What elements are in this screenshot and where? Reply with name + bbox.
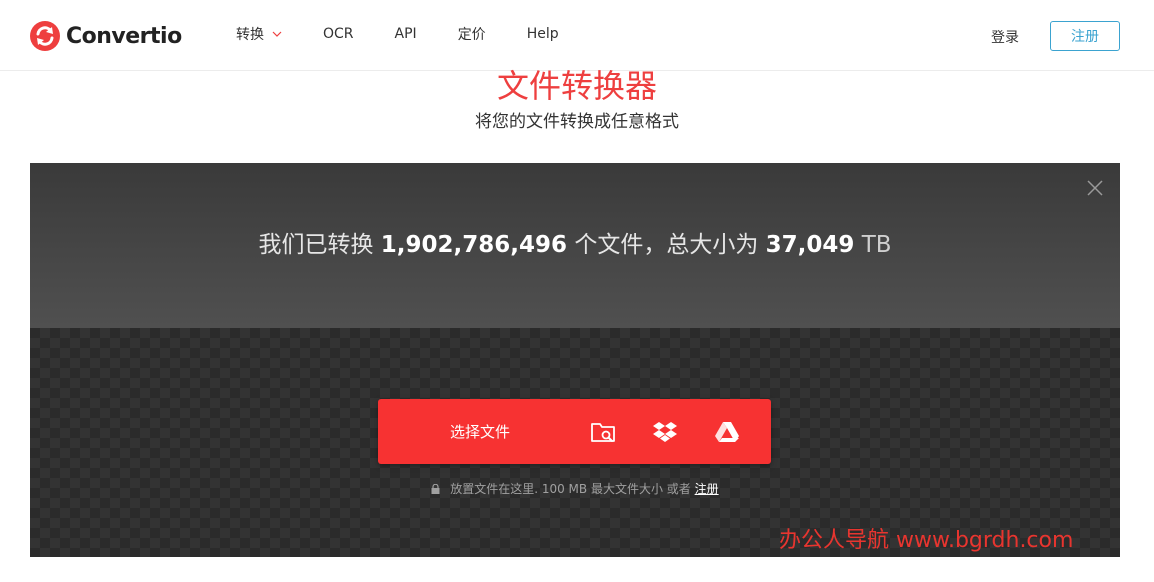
- nav-item-api[interactable]: API: [395, 26, 417, 42]
- close-icon[interactable]: [1087, 180, 1103, 196]
- login-link[interactable]: 登录: [991, 27, 1019, 47]
- drop-hint: 放置文件在这里. 100 MB 最大文件大小 或者 注册: [30, 480, 1120, 497]
- page-title: 文件转换器: [496, 67, 657, 105]
- chevron-down-icon: [272, 31, 282, 37]
- main-nav: 转换 OCR API 定价 Help: [236, 24, 600, 44]
- logo-text: Convertio: [66, 23, 182, 49]
- choose-file-button[interactable]: 选择文件: [378, 399, 582, 464]
- nav-item-label: API: [394, 26, 417, 42]
- drop-hint-text: 放置文件在这里. 100 MB 最大文件大小 或者: [450, 482, 691, 496]
- nav-item-label: 转换: [236, 27, 264, 43]
- stats-prefix: 我们已转换: [258, 232, 374, 258]
- convertio-logo-icon: [30, 21, 60, 51]
- site-header: Convertio 转换 OCR API 定价 Help 登录 注册: [0, 0, 1154, 71]
- folder-search-icon[interactable]: [590, 419, 616, 445]
- lock-icon: [431, 484, 440, 494]
- google-drive-icon[interactable]: [714, 419, 740, 445]
- stats-file-count: 1,902,786,496: [380, 232, 568, 258]
- signup-button[interactable]: 注册: [1050, 21, 1120, 51]
- nav-item-label: Help: [526, 26, 559, 42]
- upload-button-group: 选择文件: [378, 399, 771, 464]
- dropbox-icon[interactable]: [652, 419, 678, 445]
- conversion-stats: 我们已转换 1,902,786,496 个文件，总大小为 37,049 TB: [30, 229, 1120, 261]
- nav-item-convert[interactable]: 转换: [236, 24, 282, 44]
- stats-middle: 个文件，总大小为: [574, 232, 759, 258]
- nav-item-pricing[interactable]: 定价: [458, 24, 486, 44]
- page-subtitle: 将您的文件转换成任意格式: [475, 112, 679, 132]
- stats-total-size: 37,049: [765, 232, 855, 258]
- register-link[interactable]: 注册: [695, 482, 719, 496]
- nav-item-help[interactable]: Help: [527, 26, 559, 42]
- nav-item-label: 定价: [457, 27, 486, 43]
- watermark-text: 办公人导航 www.bgrdh.com: [779, 528, 1074, 553]
- stats-unit: TB: [861, 232, 892, 258]
- stats-panel: 我们已转换 1,902,786,496 个文件，总大小为 37,049 TB: [30, 163, 1120, 328]
- logo[interactable]: Convertio: [30, 20, 182, 52]
- nav-item-label: OCR: [323, 26, 354, 42]
- nav-item-ocr[interactable]: OCR: [323, 26, 354, 42]
